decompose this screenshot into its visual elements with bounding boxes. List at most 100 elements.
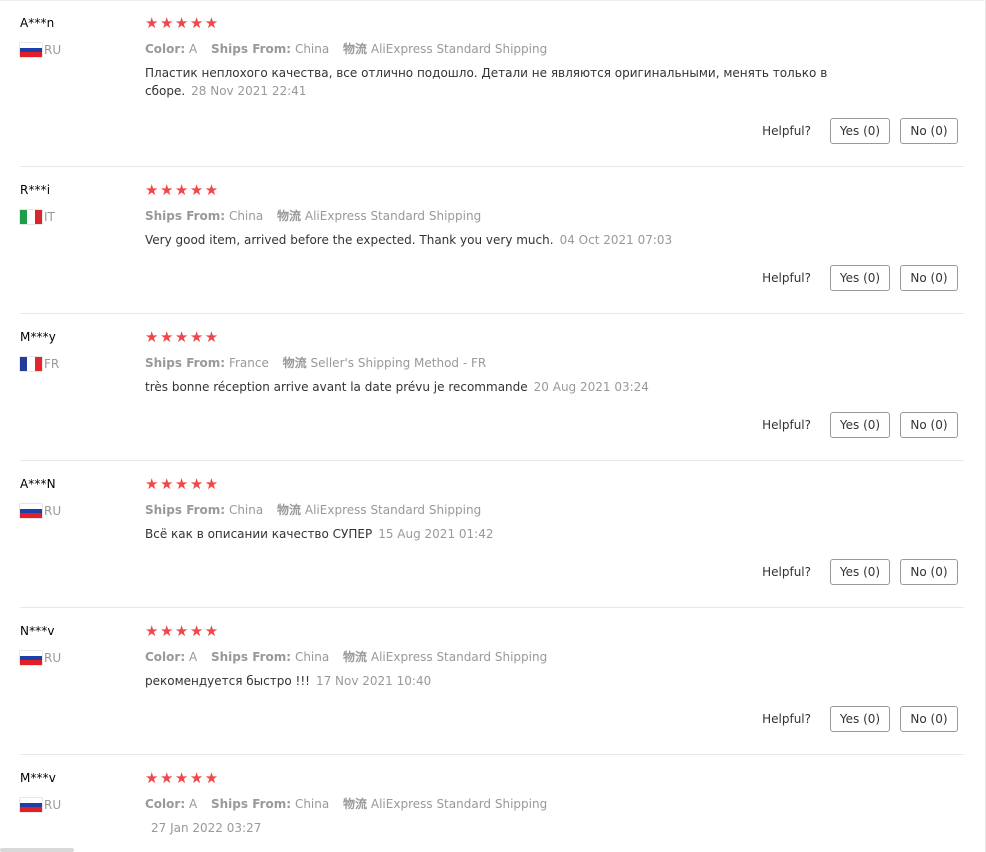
review-meta: Ships From: France 物流 Seller's Shipping … bbox=[145, 354, 486, 371]
review-date: 17 Nov 2021 10:40 bbox=[315, 674, 432, 688]
review-date: 27 Jan 2022 03:27 bbox=[151, 821, 262, 835]
helpful-vote: Helpful? Yes (0) No (0) bbox=[762, 412, 958, 438]
logistics-label: 物流 bbox=[343, 42, 368, 56]
helpful-no-button[interactable]: No (0) bbox=[900, 706, 958, 732]
ships-from-value: China bbox=[228, 209, 264, 223]
ships-from-label: Ships From: bbox=[145, 503, 226, 517]
review-date: 04 Oct 2021 07:03 bbox=[559, 233, 673, 247]
helpful-label: Helpful? bbox=[762, 124, 811, 138]
helpful-no-button[interactable]: No (0) bbox=[900, 118, 958, 144]
russia-flag-icon bbox=[20, 43, 42, 58]
ships-from-label: Ships From: bbox=[211, 650, 292, 664]
helpful-no-button[interactable]: No (0) bbox=[900, 265, 958, 291]
helpful-yes-button[interactable]: Yes (0) bbox=[830, 412, 890, 438]
review-item: A***n RU ★★★★★ Color: A Ships From: Chin… bbox=[20, 0, 964, 167]
review-item: R***i IT ★★★★★ Ships From: China 物流 AliE… bbox=[20, 167, 964, 314]
helpful-yes-button[interactable]: Yes (0) bbox=[830, 118, 890, 144]
rating-stars-icon: ★★★★★ bbox=[145, 622, 220, 640]
helpful-yes-button[interactable]: Yes (0) bbox=[830, 559, 890, 585]
ships-from-value: China bbox=[294, 42, 330, 56]
reviewer-name: R***i bbox=[20, 183, 51, 197]
logistics-value: AliExpress Standard Shipping bbox=[370, 42, 548, 56]
color-label: Color: bbox=[145, 650, 186, 664]
rating-stars-icon: ★★★★★ bbox=[145, 328, 220, 346]
ships-from-label: Ships From: bbox=[145, 356, 226, 370]
logistics-label: 物流 bbox=[343, 650, 368, 664]
review-text: Пластик неплохого качества, все отлично … bbox=[145, 64, 835, 100]
reviewer-name: A***n bbox=[20, 16, 55, 30]
russia-flag-icon bbox=[20, 651, 42, 666]
reviewer-country: RU bbox=[20, 797, 61, 813]
country-code: RU bbox=[44, 651, 62, 665]
country-code: IT bbox=[44, 210, 55, 224]
rating-stars-icon: ★★★★★ bbox=[145, 769, 220, 787]
helpful-label: Helpful? bbox=[762, 418, 811, 432]
helpful-vote: Helpful? Yes (0) No (0) bbox=[762, 706, 958, 732]
review-meta: Color: A Ships From: China 物流 AliExpress… bbox=[145, 648, 547, 665]
color-label: Color: bbox=[145, 42, 186, 56]
color-value: A bbox=[188, 42, 198, 56]
country-code: RU bbox=[44, 43, 62, 57]
ships-from-label: Ships From: bbox=[211, 42, 292, 56]
rating-stars-icon: ★★★★★ bbox=[145, 181, 220, 199]
ships-from-value: China bbox=[294, 650, 330, 664]
helpful-label: Helpful? bbox=[762, 565, 811, 579]
review-body: très bonne réception arrive avant la dat… bbox=[145, 380, 528, 394]
reviewer-name: A***N bbox=[20, 477, 56, 491]
logistics-label: 物流 bbox=[277, 503, 302, 517]
reviewer-name: M***y bbox=[20, 330, 56, 344]
review-meta: Ships From: China 物流 AliExpress Standard… bbox=[145, 207, 481, 224]
helpful-no-button[interactable]: No (0) bbox=[900, 559, 958, 585]
italy-flag-icon bbox=[20, 210, 42, 224]
reviewer-country: IT bbox=[20, 209, 55, 225]
reviewer-name: N***v bbox=[20, 624, 55, 638]
review-text: Всё как в описании качество СУПЕР 15 Aug … bbox=[145, 525, 835, 543]
rating-stars-icon: ★★★★★ bbox=[145, 14, 220, 32]
country-code: RU bbox=[44, 504, 62, 518]
helpful-label: Helpful? bbox=[762, 712, 811, 726]
review-body: рекомендуется быстро !!! bbox=[145, 674, 310, 688]
russia-flag-icon bbox=[20, 798, 42, 813]
logistics-value: AliExpress Standard Shipping bbox=[304, 503, 482, 517]
review-item: A***N RU ★★★★★ Ships From: China 物流 AliE… bbox=[20, 461, 964, 608]
ships-from-value: France bbox=[228, 356, 269, 370]
review-date: 15 Aug 2021 01:42 bbox=[378, 527, 494, 541]
horizontal-scrollbar[interactable] bbox=[0, 848, 74, 852]
review-text: Very good item, arrived before the expec… bbox=[145, 231, 835, 249]
logistics-value: Seller's Shipping Method - FR bbox=[310, 356, 487, 370]
review-meta: Color: A Ships From: China 物流 AliExpress… bbox=[145, 40, 547, 57]
review-date: 20 Aug 2021 03:24 bbox=[533, 380, 649, 394]
ships-from-label: Ships From: bbox=[145, 209, 226, 223]
review-meta: Color: A Ships From: China 物流 AliExpress… bbox=[145, 795, 547, 812]
color-value: A bbox=[188, 797, 198, 811]
russia-flag-icon bbox=[20, 504, 42, 519]
logistics-value: AliExpress Standard Shipping bbox=[304, 209, 482, 223]
review-item: M***v RU ★★★★★ Color: A Ships From: Chin… bbox=[20, 755, 964, 852]
review-body: Всё как в описании качество СУПЕР bbox=[145, 527, 373, 541]
review-text: 27 Jan 2022 03:27 bbox=[145, 819, 835, 837]
review-item: N***v RU ★★★★★ Color: A Ships From: Chin… bbox=[20, 608, 964, 755]
ships-from-label: Ships From: bbox=[211, 797, 292, 811]
reviewer-country: RU bbox=[20, 503, 61, 519]
reviewer-country: RU bbox=[20, 650, 61, 666]
review-text: très bonne réception arrive avant la dat… bbox=[145, 378, 835, 396]
review-text: рекомендуется быстро !!! 17 Nov 2021 10:4… bbox=[145, 672, 835, 690]
logistics-label: 物流 bbox=[282, 356, 307, 370]
review-body: Very good item, arrived before the expec… bbox=[145, 233, 554, 247]
country-code: FR bbox=[44, 357, 60, 371]
helpful-yes-button[interactable]: Yes (0) bbox=[830, 706, 890, 732]
review-meta: Ships From: China 物流 AliExpress Standard… bbox=[145, 501, 481, 518]
helpful-yes-button[interactable]: Yes (0) bbox=[830, 265, 890, 291]
logistics-label: 物流 bbox=[277, 209, 302, 223]
helpful-no-button[interactable]: No (0) bbox=[900, 412, 958, 438]
logistics-label: 物流 bbox=[343, 797, 368, 811]
logistics-value: AliExpress Standard Shipping bbox=[370, 650, 548, 664]
review-date: 28 Nov 2021 22:41 bbox=[191, 84, 307, 98]
ships-from-value: China bbox=[294, 797, 330, 811]
color-value: A bbox=[188, 650, 198, 664]
reviewer-name: M***v bbox=[20, 771, 56, 785]
helpful-vote: Helpful? Yes (0) No (0) bbox=[762, 559, 958, 585]
logistics-value: AliExpress Standard Shipping bbox=[370, 797, 548, 811]
review-item: M***y FR ★★★★★ Ships From: France 物流 Sel… bbox=[20, 314, 964, 461]
reviewer-country: RU bbox=[20, 42, 61, 58]
